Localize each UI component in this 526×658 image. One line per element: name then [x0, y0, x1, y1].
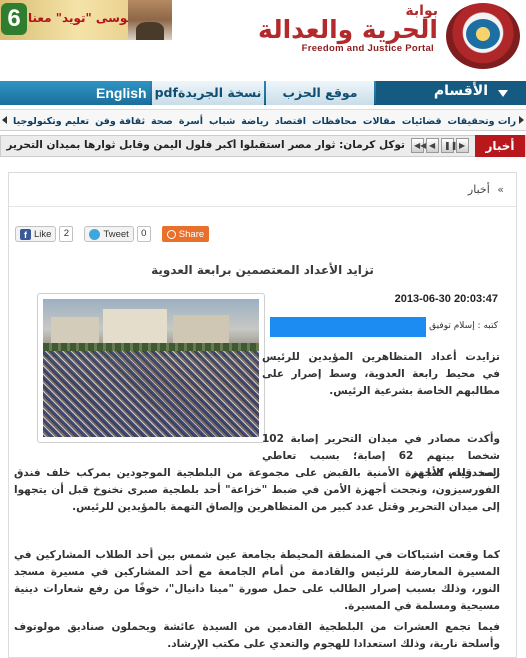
ticker-next-button[interactable]: ▶: [456, 138, 469, 153]
category-item[interactable]: محافظات: [309, 116, 360, 127]
ticker-first-button[interactable]: ◀◀: [411, 138, 426, 153]
tweet-count: 0: [136, 226, 151, 242]
site-logo[interactable]: بوابة الحرية والعدالة Freedom and Justic…: [166, 0, 526, 72]
article-photo[interactable]: [43, 299, 259, 437]
breadcrumb-separator: »: [497, 183, 504, 196]
category-item[interactable]: حوارات وتحقيقات: [445, 116, 516, 127]
category-item[interactable]: قضائيات: [399, 116, 445, 127]
like-count: 2: [59, 226, 74, 242]
scroll-right-icon[interactable]: [519, 116, 524, 124]
news-ticker: أخبار ◀◀ ◀ ❚❚ ▶ توكل كرمان: ثوار مصر است…: [0, 135, 526, 157]
main-nav: English نسخة الجريدةpdf موقع الحزب الأقس…: [0, 81, 526, 105]
category-bar: تعليم وتكنولوجيا ثقافة وفن صحة أسرة شباب…: [0, 109, 526, 131]
breadcrumb-box: » أخبار: [9, 173, 516, 207]
nav-party-site[interactable]: موقع الحزب: [266, 81, 374, 105]
category-item[interactable]: مقالات: [360, 116, 399, 127]
redacted-box: [270, 317, 426, 337]
article-photo-frame: [37, 293, 265, 443]
banner-text: موسى "تويد" معنا: [28, 11, 135, 25]
article-date: 2013-06-30 20:03:47: [394, 293, 498, 305]
scroll-left-icon[interactable]: [2, 116, 7, 124]
share-icon: [166, 229, 176, 239]
tweet-label: Tweet: [103, 228, 129, 240]
category-item[interactable]: رياضة: [238, 116, 272, 127]
article-paragraph: كما وقعت اشتباكات في المنطقة المحيطة بجا…: [14, 549, 500, 612]
ticker-label: أخبار: [475, 135, 525, 157]
ticker-pause-button[interactable]: ❚❚: [441, 138, 457, 153]
category-list: تعليم وتكنولوجيا ثقافة وفن صحة أسرة شباب…: [10, 110, 516, 132]
category-item[interactable]: تعليم وتكنولوجيا: [10, 116, 92, 127]
share-button[interactable]: Share: [161, 226, 210, 242]
category-item[interactable]: ثقافة وفن: [92, 116, 148, 127]
nav-pdf-edition[interactable]: نسخة الجريدةpdf: [152, 81, 264, 105]
channel-6-logo: 6: [1, 3, 27, 35]
nav-english-label: English: [96, 85, 147, 101]
tweet-button[interactable]: Tweet: [84, 226, 134, 242]
nav-sections-menu[interactable]: الأقسام: [376, 81, 526, 105]
nav-sections-label: الأقسام: [433, 83, 488, 99]
facebook-like-button[interactable]: f Like: [15, 226, 57, 242]
article-paragraph: رصد قيام الأجهزة الأمنية بالقبض على مجمو…: [14, 467, 500, 513]
category-item[interactable]: صحة: [148, 116, 176, 127]
article-paragraph: تزايدت أعداد المتظاهرين المؤيدين للرئيس …: [262, 351, 500, 397]
twitter-icon: [89, 228, 101, 240]
site-header: 6 موسى "تويد" معنا بوابة الحرية والعدالة…: [0, 0, 526, 72]
ticker-prev-button[interactable]: ◀: [426, 138, 439, 153]
share-label: Share: [178, 228, 205, 240]
article-author: كتبه : إسلام توفيق: [429, 321, 498, 331]
facebook-icon: f: [20, 228, 31, 240]
breadcrumb: » أخبار: [468, 183, 504, 196]
category-item[interactable]: أسرة: [176, 116, 206, 127]
article-container: » أخبار f Like 2 Tweet 0 Share تزايد الأ…: [8, 172, 517, 658]
portal-english-name: Freedom and Justice Portal: [301, 43, 434, 54]
ticker-headline[interactable]: توكل كرمان: ثوار مصر استقبلوا أكبر فلول …: [5, 139, 405, 151]
share-row: f Like 2 Tweet 0 Share: [15, 225, 210, 243]
ad-banner[interactable]: 6 موسى "تويد" معنا: [0, 0, 172, 40]
breadcrumb-news-link[interactable]: أخبار: [468, 183, 490, 196]
portal-name: الحرية والعدالة: [258, 15, 438, 44]
caret-down-icon: [498, 90, 508, 97]
category-item[interactable]: شباب: [206, 116, 238, 127]
author-row: كتبه : إسلام توفيق: [270, 317, 498, 337]
article-paragraph: فيما تجمع العشرات من البلطجية القادمين م…: [14, 621, 500, 650]
nav-english-link[interactable]: English: [0, 81, 150, 105]
article-title: تزايد الأعداد المعتصمين برابعة العدوية: [151, 263, 374, 277]
category-item[interactable]: اقتصاد: [272, 116, 309, 127]
like-label: Like: [34, 228, 52, 240]
party-emblem-icon: [446, 3, 520, 69]
ticker-controls: ◀◀ ◀ ❚❚ ▶: [411, 138, 469, 154]
